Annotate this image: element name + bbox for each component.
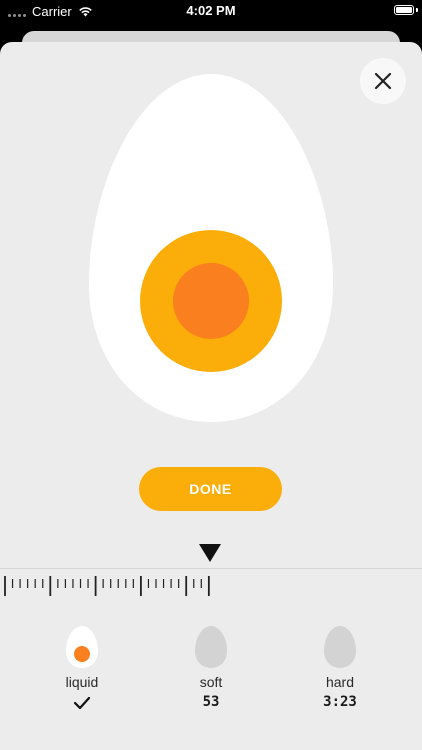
time-ruler[interactable] [0, 574, 422, 598]
battery-icon [394, 5, 414, 15]
close-icon [374, 72, 392, 90]
triangle-pointer-icon [199, 544, 221, 562]
option-liquid-label: liquid [65, 674, 99, 690]
option-soft[interactable]: soft 53 [161, 609, 261, 712]
option-soft-label: soft [199, 674, 223, 690]
ruler-divider [0, 568, 422, 569]
egg-picker-sheet: DONE liquid soft 53 hard 3:23 [0, 42, 422, 750]
battery-cap [416, 8, 418, 12]
soft-egg-icon [195, 626, 227, 668]
egg-illustration [89, 74, 333, 422]
option-hard-label: hard [325, 674, 355, 690]
egg-yolk-inner [173, 263, 249, 339]
liquid-egg-icon [66, 626, 98, 668]
checkmark-icon [73, 696, 91, 710]
hard-egg-icon [324, 626, 356, 668]
option-liquid[interactable]: liquid [32, 609, 132, 712]
close-button[interactable] [360, 58, 406, 104]
option-hard-time: 3:23 [323, 694, 357, 710]
doneness-options: liquid soft 53 hard 3:23 [0, 609, 422, 750]
battery-fill [396, 7, 412, 13]
status-time: 4:02 PM [186, 3, 236, 18]
option-hard[interactable]: hard 3:23 [290, 609, 390, 712]
done-button[interactable]: DONE [139, 467, 282, 511]
option-soft-time: 53 [202, 694, 220, 710]
status-bar: Carrier 4:02 PM [0, 0, 422, 22]
